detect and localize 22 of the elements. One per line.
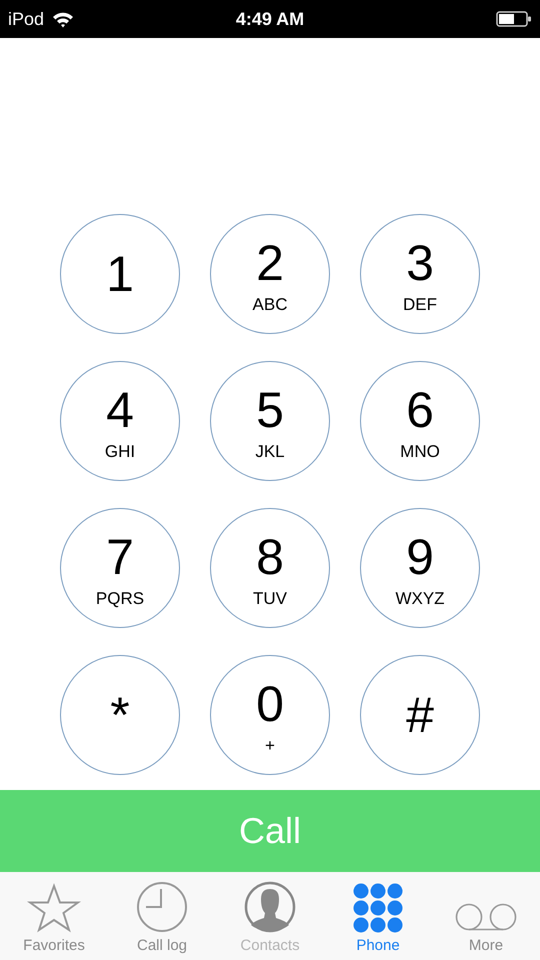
keypad-key[interactable]: 2 ABC [210,214,330,334]
wifi-icon [52,10,74,28]
keypad-key[interactable]: 5 JKL [210,361,330,481]
keypad-key[interactable]: 7 PQRS [60,508,180,628]
keypad-key[interactable]: 6 MNO [360,361,480,481]
carrier-name: iPod [8,8,44,30]
keypad-key[interactable]: 3 DEF [360,214,480,334]
clock-icon [136,881,188,933]
keypad-key[interactable]: * [60,655,180,775]
star-icon [27,883,81,933]
voicemail-icon [455,903,517,933]
keypad-key[interactable]: # [360,655,480,775]
keypad-key[interactable]: 8 TUV [210,508,330,628]
keypad-key[interactable]: 0 + [210,655,330,775]
keypad-key[interactable]: 4 GHI [60,361,180,481]
person-icon [244,881,296,933]
battery-icon [496,11,532,27]
keypad-icon [353,883,403,933]
status-time: 4:49 AM [236,8,304,30]
keypad-key[interactable]: 1 [60,214,180,334]
tab-item[interactable]: Phone [324,872,432,960]
keypad-key[interactable]: 9 WXYZ [360,508,480,628]
